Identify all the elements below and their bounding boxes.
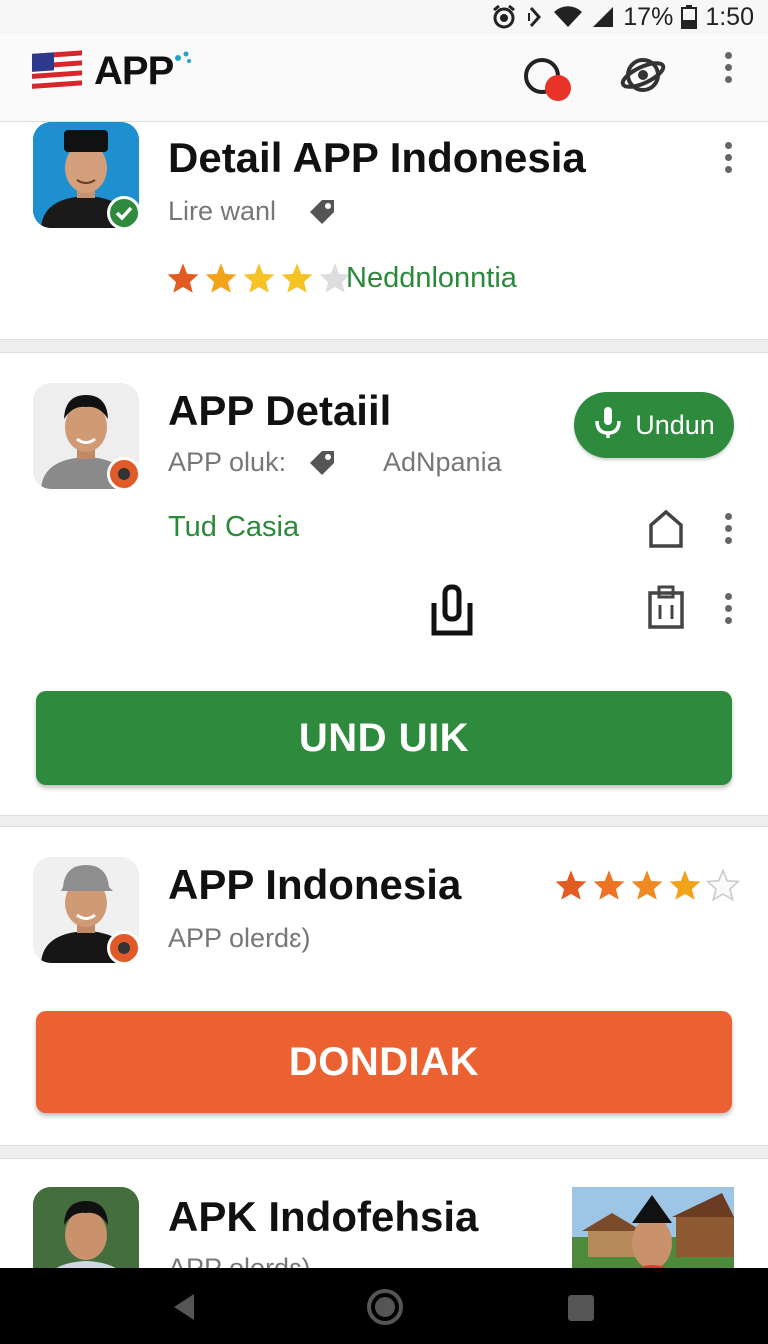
back-icon[interactable]	[170, 1292, 198, 1327]
flag-icon	[30, 46, 86, 97]
app-title: APP Indonesia	[168, 861, 462, 908]
star-icon	[631, 870, 663, 900]
vibrate-icon	[525, 5, 545, 29]
app-title: APK Indofehsia	[168, 1193, 479, 1240]
alarm-icon	[491, 5, 517, 29]
status-bar: 17% 1:50	[0, 0, 768, 34]
tag-icon	[306, 447, 340, 486]
signal-icon	[591, 5, 615, 29]
more-vert-icon[interactable]	[723, 513, 733, 544]
globe-icon[interactable]	[620, 52, 666, 103]
notification-icon[interactable]	[522, 56, 574, 113]
rating-stars	[554, 869, 740, 901]
tag-icon	[306, 196, 340, 235]
wifi-icon	[553, 5, 583, 29]
app-card[interactable]: APK Indofehsia APP olerdɛ)	[0, 1158, 768, 1268]
star-icon	[593, 870, 625, 900]
logo-text: APP	[94, 49, 174, 93]
star-icon	[243, 263, 275, 293]
download-button-label: DONDIAK	[288, 1039, 480, 1084]
clipboard-icon[interactable]	[646, 585, 686, 634]
recents-icon[interactable]	[567, 1294, 595, 1327]
star-icon	[205, 263, 237, 293]
more-vert-icon[interactable]	[723, 142, 733, 173]
app-subtitle: Lire wanl	[168, 196, 277, 226]
download-pill-label: Undun	[635, 409, 715, 440]
avatar	[33, 122, 139, 228]
app-bar: APP	[0, 34, 768, 122]
gear-icon	[107, 931, 139, 963]
avatar	[33, 857, 139, 963]
app-subtitle: APP olerdɛ)	[168, 1253, 311, 1268]
gear-icon	[107, 457, 139, 489]
app-subtitle: APP olerdɛ)	[168, 923, 311, 953]
app-card[interactable]: APP Indonesia APP olerdɛ) DONDIAK	[0, 826, 768, 1146]
app-title: Detail APP Indonesia	[168, 134, 586, 181]
star-icon	[669, 870, 701, 900]
splash-icon	[172, 50, 194, 75]
star-icon	[281, 263, 313, 293]
app-tag: Neddnlonntia	[346, 262, 517, 294]
mic-icon	[593, 405, 623, 446]
star-icon	[167, 263, 199, 293]
app-category: AdNpania	[383, 447, 502, 477]
rating-stars	[166, 262, 352, 294]
verified-icon	[107, 196, 139, 228]
star-icon	[706, 869, 740, 901]
install-button-label: UND UIK	[298, 715, 470, 760]
home-icon[interactable]	[366, 1288, 404, 1331]
system-nav-bar	[0, 1268, 768, 1344]
app-logo[interactable]: APP	[30, 46, 191, 97]
download-button[interactable]: DONDIAK	[36, 1011, 732, 1113]
app-subtitle: APP oluk:	[168, 447, 287, 477]
battery-percent: 17%	[623, 2, 674, 31]
bookmark-icon[interactable]	[647, 509, 685, 554]
bag-icon[interactable]	[428, 583, 476, 642]
star-icon	[555, 870, 587, 900]
install-button[interactable]: UND UIK	[36, 691, 732, 785]
battery-icon	[681, 5, 698, 29]
app-tag: Tud Casia	[168, 511, 300, 543]
app-title: APP Detaiil	[168, 387, 392, 434]
more-vert-icon[interactable]	[723, 593, 733, 624]
avatar	[33, 1187, 139, 1268]
avatar	[33, 383, 139, 489]
app-screenshot-thumbnail[interactable]	[572, 1187, 734, 1268]
clock: 1:50	[705, 2, 754, 31]
download-pill-button[interactable]: Undun	[574, 392, 734, 458]
more-vert-icon[interactable]	[723, 52, 733, 83]
app-card[interactable]: Detail APP Indonesia Lire wanl Neddnlonn…	[0, 122, 768, 340]
